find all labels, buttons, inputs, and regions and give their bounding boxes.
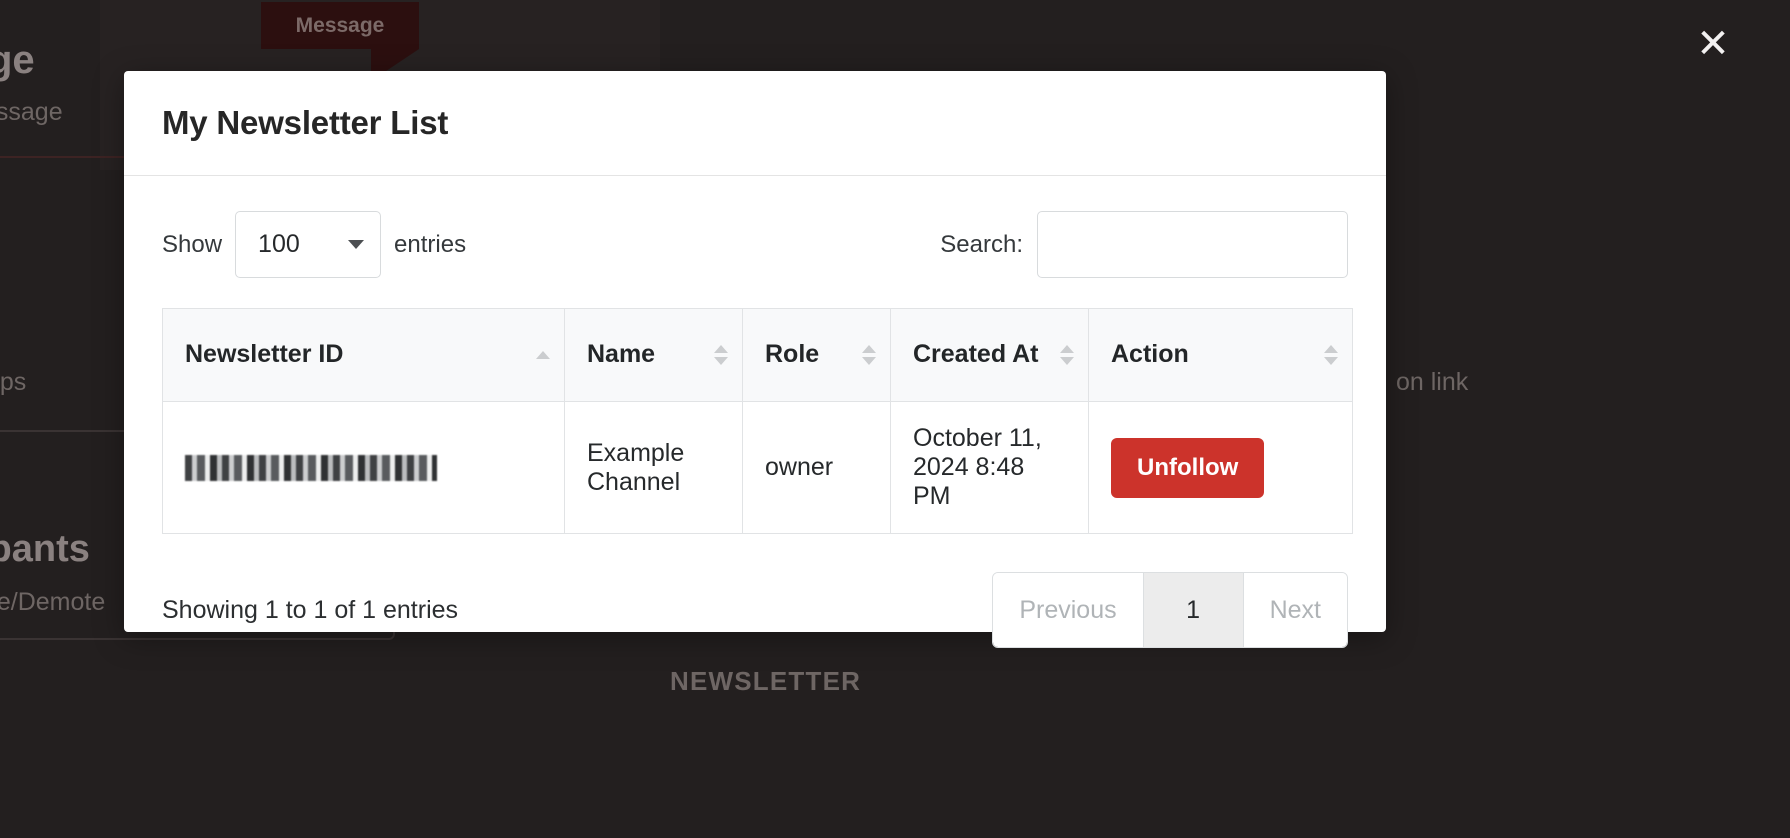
table-row: Example Channel owner October 11, 2024 8… <box>163 402 1353 534</box>
cell-created-at: October 11, 2024 8:48 PM <box>891 402 1089 534</box>
table-body: Example Channel owner October 11, 2024 8… <box>163 402 1353 534</box>
close-icon: ✕ <box>1696 24 1730 64</box>
background-subtext-fragment: essage <box>0 98 63 127</box>
column-header-action[interactable]: Action <box>1089 309 1353 402</box>
sort-both-icon <box>1060 345 1074 365</box>
sort-both-icon <box>1324 345 1338 365</box>
background-groups-fragment: ups <box>0 368 26 397</box>
entries-label: entries <box>394 231 466 259</box>
search-input[interactable] <box>1037 211 1348 278</box>
cell-action: Unfollow <box>1089 402 1353 534</box>
table-controls-row: Show 100 entries Search: <box>162 211 1348 278</box>
newsletter-table: Newsletter ID Name Role <box>162 308 1353 534</box>
message-tooltip: Message <box>261 2 419 49</box>
column-header-newsletter-id[interactable]: Newsletter ID <box>163 309 565 402</box>
pagination-next-button[interactable]: Next <box>1244 573 1347 647</box>
entries-length-value: 100 <box>258 230 300 259</box>
column-label: Name <box>587 340 655 368</box>
cell-name: Example Channel <box>565 402 743 534</box>
background-newsletter-label: NEWSLETTER <box>670 666 861 697</box>
redacted-newsletter-id <box>185 455 437 481</box>
column-label: Role <box>765 340 819 368</box>
newsletter-list-modal: My Newsletter List Show 100 entries Sear… <box>124 71 1386 632</box>
background-heading-fragment: ge <box>0 38 35 83</box>
column-label: Newsletter ID <box>185 340 343 368</box>
cell-newsletter-id <box>163 402 565 534</box>
cell-role: owner <box>743 402 891 534</box>
table-footer: Showing 1 to 1 of 1 entries Previous 1 N… <box>162 572 1348 648</box>
table-header-row: Newsletter ID Name Role <box>163 309 1353 402</box>
search-control: Search: <box>940 211 1348 278</box>
background-invite-link-fragment: on link <box>1396 368 1468 397</box>
sort-both-icon <box>714 345 728 365</box>
entries-length-select[interactable]: 100 <box>235 211 381 278</box>
column-header-created-at[interactable]: Created At <box>891 309 1089 402</box>
modal-title: My Newsletter List <box>162 104 448 142</box>
column-label: Action <box>1111 340 1189 368</box>
show-label: Show <box>162 231 222 259</box>
column-header-name[interactable]: Name <box>565 309 743 402</box>
column-header-role[interactable]: Role <box>743 309 891 402</box>
entries-length-control: Show 100 entries <box>162 211 466 278</box>
table-header: Newsletter ID Name Role <box>163 309 1353 402</box>
background-participants-fragment: ipants <box>0 528 90 571</box>
search-label: Search: <box>940 231 1023 259</box>
message-tooltip-label: Message <box>296 14 385 38</box>
column-label: Created At <box>913 340 1039 368</box>
background-promote-demote-fragment: ote/Demote <box>0 588 105 617</box>
modal-body: Show 100 entries Search: Newsletter ID <box>124 176 1386 648</box>
sort-both-icon <box>862 345 876 365</box>
modal-header: My Newsletter List <box>124 71 1386 176</box>
pagination: Previous 1 Next <box>992 572 1348 648</box>
showing-entries-info: Showing 1 to 1 of 1 entries <box>162 596 458 625</box>
unfollow-button[interactable]: Unfollow <box>1111 438 1264 498</box>
sort-ascending-icon <box>536 351 550 359</box>
pagination-previous-button[interactable]: Previous <box>993 573 1143 647</box>
close-modal-button[interactable]: ✕ <box>1691 22 1735 66</box>
pagination-page-1-button[interactable]: 1 <box>1144 573 1244 647</box>
chevron-down-icon <box>348 240 364 249</box>
